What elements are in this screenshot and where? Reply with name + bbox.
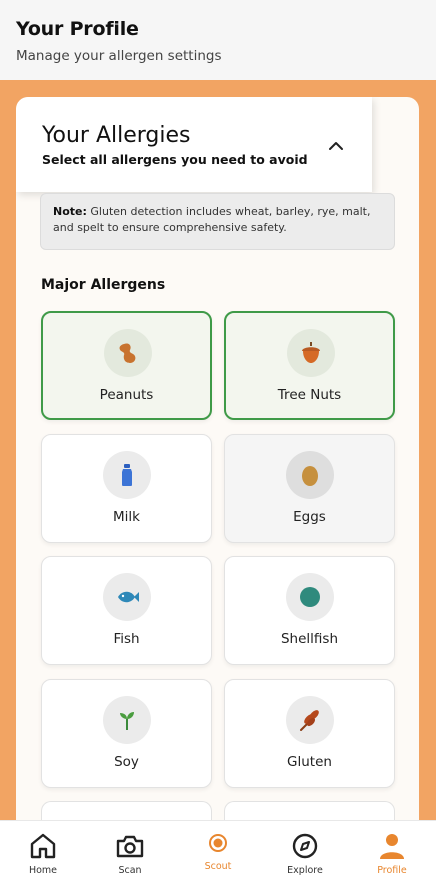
egg-icon (302, 466, 318, 486)
nav-label: Explore (287, 865, 323, 876)
allergen-label: Fish (113, 631, 140, 647)
allergen-label: Soy (114, 754, 139, 770)
icon-circle (286, 573, 334, 621)
nav-home[interactable]: Home (13, 831, 73, 876)
allergen-label: Eggs (293, 509, 326, 525)
allergies-title: Your Allergies (42, 123, 191, 148)
allergen-label: Shellfish (280, 631, 339, 647)
allergen-tile-shellfish[interactable]: Shellfish (224, 556, 395, 665)
gluten-note: Note: Gluten detection includes wheat, b… (40, 193, 395, 250)
note-text: Gluten detection includes wheat, barley,… (53, 205, 371, 234)
allergies-card: Your Allergies Select all allergens you … (16, 97, 419, 837)
allergen-tile-eggs[interactable]: Eggs (224, 434, 395, 543)
allergen-tile-milk[interactable]: Milk (41, 434, 212, 543)
shellfish-icon (300, 587, 320, 607)
icon-circle (104, 329, 152, 377)
nav-label: Profile (377, 865, 407, 876)
nav-profile[interactable]: Profile (362, 831, 422, 876)
page-subtitle: Manage your allergen settings (16, 48, 222, 64)
icon-circle (286, 696, 334, 744)
allergen-label: Gluten (287, 754, 332, 770)
allergies-accordion-header[interactable]: Your Allergies Select all allergens you … (16, 97, 372, 192)
allergen-tile-fish[interactable]: Fish (41, 556, 212, 665)
allergen-tile-soy[interactable]: Soy (41, 679, 212, 788)
icon-circle (103, 573, 151, 621)
icon-circle (287, 329, 335, 377)
nav-explore[interactable]: Explore (275, 831, 335, 876)
milk-bottle-icon (122, 464, 132, 486)
nav-scout[interactable]: Scout (188, 831, 248, 872)
nav-label: Home (28, 865, 58, 876)
allergen-label: Tree Nuts (277, 387, 342, 403)
page-header: Your Profile Manage your allergen settin… (0, 0, 436, 80)
wheat-icon (300, 710, 319, 731)
home-icon (30, 833, 56, 859)
icon-circle (103, 451, 151, 499)
compass-icon (292, 833, 318, 859)
allergies-subtitle: Select all allergens you need to avoid (42, 152, 308, 167)
allergen-tile-peanuts[interactable]: Peanuts (41, 311, 212, 420)
bottom-navigation: Home Scan Scout Explore Profile (0, 820, 436, 885)
peanut-icon (119, 343, 136, 363)
fish-icon (118, 591, 139, 603)
allergen-label: Milk (113, 509, 140, 525)
person-icon (380, 834, 404, 859)
icon-circle (103, 696, 151, 744)
note-label: Note: (53, 205, 87, 218)
nav-scan[interactable]: Scan (100, 831, 160, 876)
allergen-tile-tree-nuts[interactable]: Tree Nuts (224, 311, 395, 420)
allergen-label: Peanuts (99, 387, 154, 403)
icon-circle (286, 451, 334, 499)
page-title: Your Profile (16, 18, 139, 40)
section-title: Major Allergens (41, 277, 166, 293)
nav-label: Scout (204, 861, 232, 872)
nav-label: Scan (118, 865, 142, 876)
chevron-up-icon[interactable] (327, 137, 345, 155)
camera-icon (116, 835, 144, 858)
acorn-icon (302, 342, 320, 363)
allergen-tile-gluten[interactable]: Gluten (224, 679, 395, 788)
chat-bubble-icon (209, 834, 227, 852)
sprout-icon (120, 712, 134, 730)
